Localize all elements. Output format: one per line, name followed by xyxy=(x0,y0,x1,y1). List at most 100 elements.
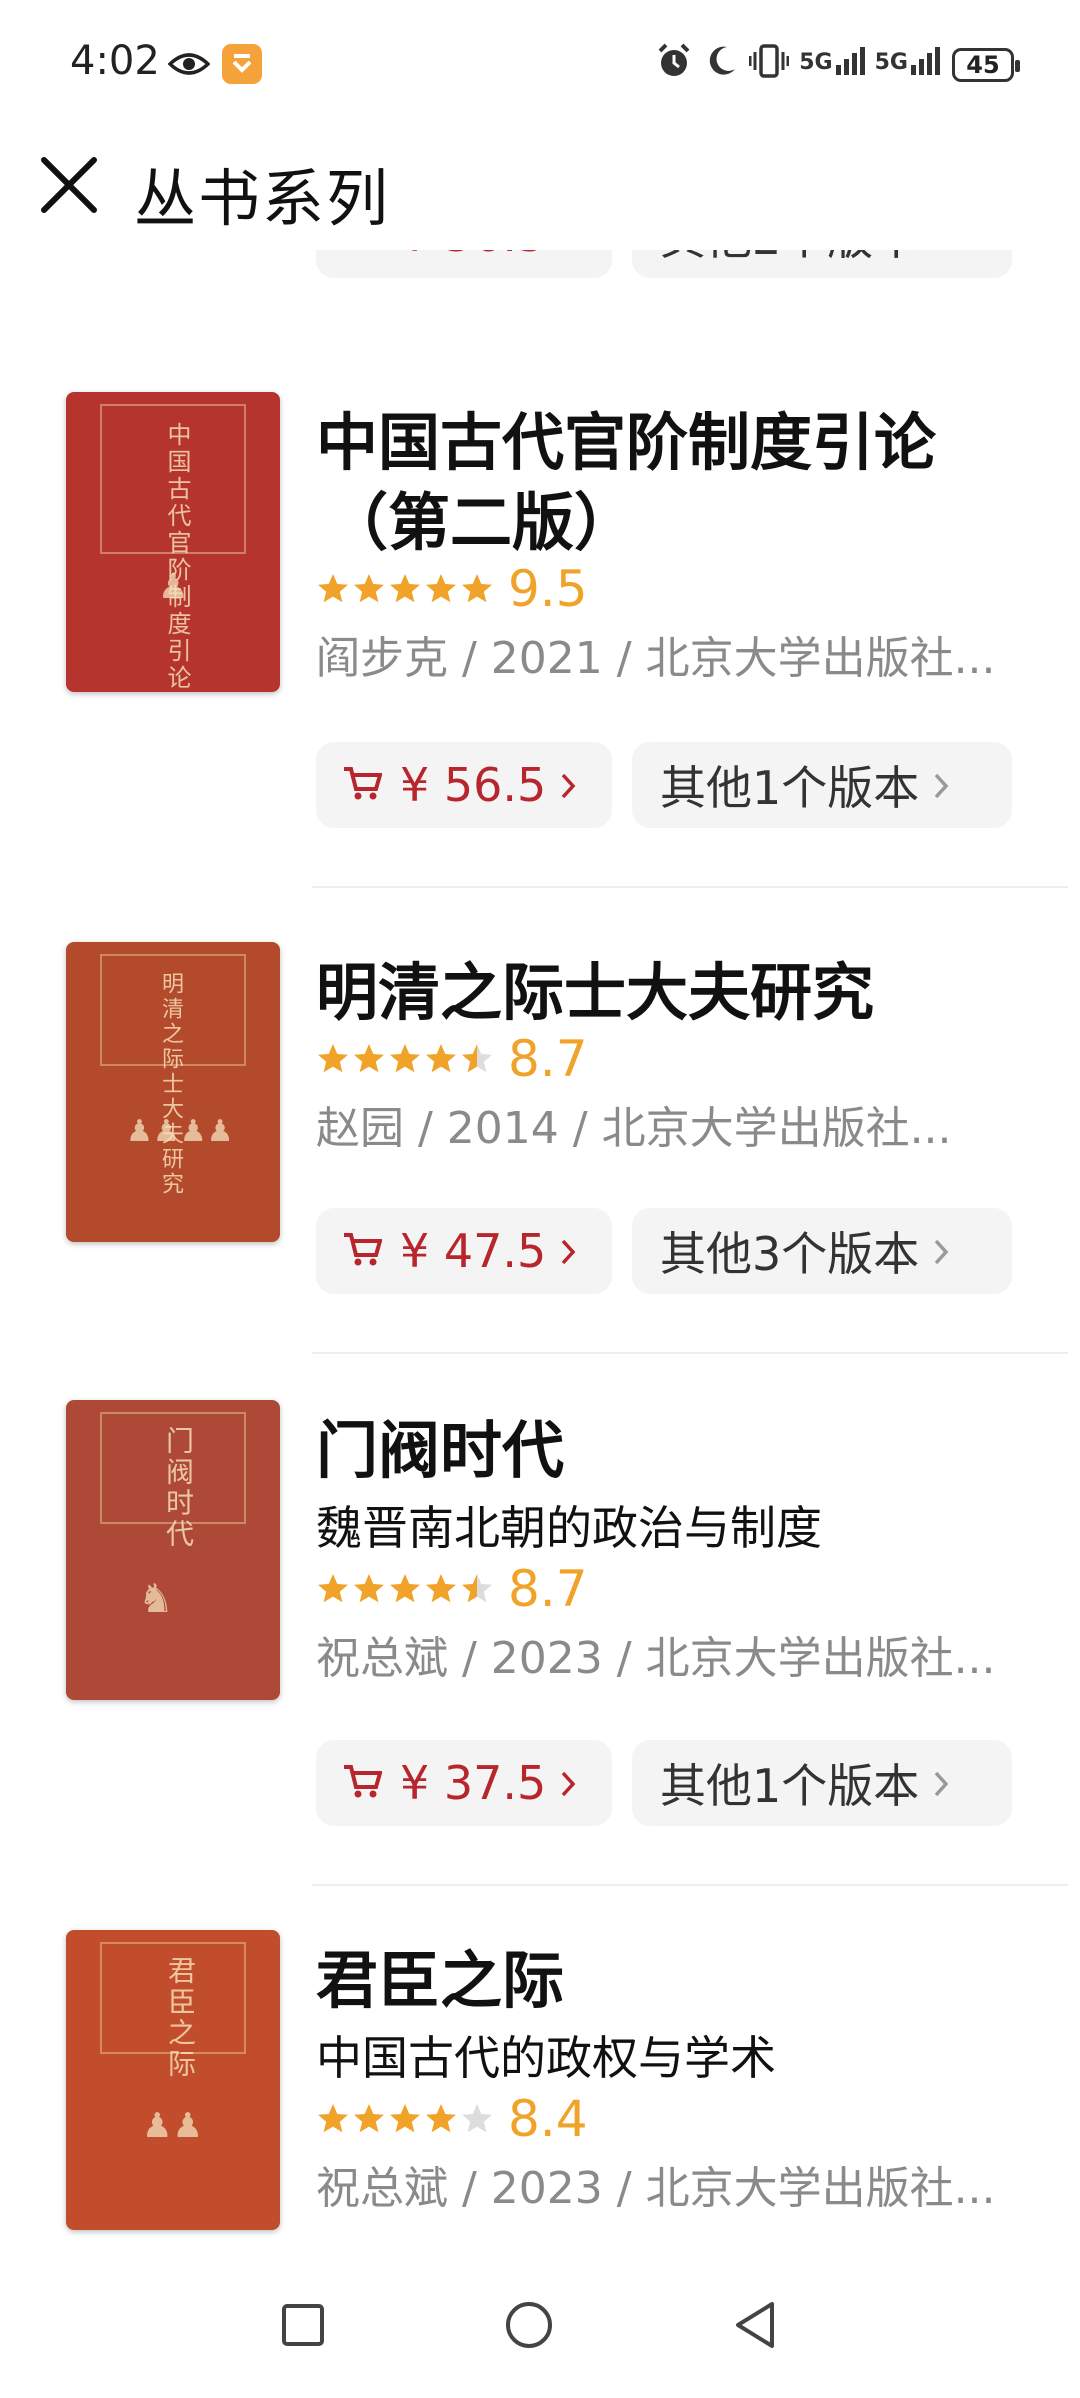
moon-icon xyxy=(710,46,736,75)
figure-illustration: ♟ xyxy=(158,567,189,607)
book-subtitle: 魏晋南北朝的政治与制度 xyxy=(316,1501,822,1555)
star-icon xyxy=(318,1574,348,1603)
buy-button[interactable]: ¥ 56.5 xyxy=(316,742,612,828)
book-meta: 阎步克 / 2021 / 北京大学出版社... xyxy=(316,633,996,684)
battery-icon: 45 xyxy=(952,48,1020,82)
book-meta: 赵园 / 2014 / 北京大学出版社... xyxy=(316,1103,952,1154)
rating-score: 8.4 xyxy=(508,2090,588,2148)
book-cover[interactable]: 君臣之际 ♟♟ xyxy=(66,1930,280,2230)
book-title[interactable]: 中国古代官阶制度引论 xyxy=(316,392,936,482)
status-time: 4:02 xyxy=(70,38,160,84)
network-label: 5G xyxy=(874,50,908,75)
chevron-right-icon xyxy=(560,1756,576,1810)
star-icon xyxy=(390,1044,420,1073)
cart-icon xyxy=(342,250,382,262)
rating: 8.4 xyxy=(316,2090,588,2148)
versions-label: 其他1个版本 xyxy=(660,761,920,815)
star-icon xyxy=(426,574,456,603)
star-rating xyxy=(316,572,494,606)
star-icon xyxy=(462,574,492,603)
battery-level: 45 xyxy=(966,51,1000,79)
star-icon xyxy=(354,574,384,603)
back-button[interactable] xyxy=(710,2290,800,2360)
star-rating xyxy=(316,1042,494,1076)
close-icon xyxy=(41,157,97,213)
page-title: 丛书系列 xyxy=(134,162,391,235)
book-cover[interactable]: 明清之际士大夫研究 ♟♟♟♟ xyxy=(66,942,280,1242)
star-icon xyxy=(318,1044,348,1073)
buy-button[interactable]: ¥ 56.5 xyxy=(316,250,612,278)
close-button[interactable] xyxy=(34,150,104,220)
system-nav-bar xyxy=(0,2250,1080,2398)
rating: 8.7 xyxy=(316,1030,588,1088)
star-icon xyxy=(318,574,348,603)
cover-title: 明清之际士大夫研究 xyxy=(158,972,183,1197)
cart-icon xyxy=(342,1224,383,1278)
book-cover[interactable]: 中国古代官阶制度引论 ♟ xyxy=(66,392,280,692)
divider xyxy=(312,886,1068,888)
book-item[interactable]: 中国古代官阶制度引论 ♟ 中国古代官阶制度引论 （第二版） 9.5 阎步克 / … xyxy=(0,392,1080,922)
book-item[interactable]: 门阀时代 ♞ 门阀时代 魏晋南北朝的政治与制度 8.7 祝总斌 / 2023 /… xyxy=(0,1400,1080,1930)
eye-icon xyxy=(168,53,210,75)
divider xyxy=(312,1884,1068,1886)
other-versions-button[interactable]: 其他3个版本 xyxy=(632,1208,1012,1294)
book-cover[interactable]: 门阀时代 ♞ xyxy=(66,1400,280,1700)
cart-icon xyxy=(342,758,383,812)
price-label: ¥ 56.5 xyxy=(400,250,546,262)
chevron-right-icon xyxy=(560,1224,576,1278)
cover-title: 君臣之际 xyxy=(164,1956,197,2080)
chevron-right-icon xyxy=(933,1224,949,1278)
star-icon xyxy=(354,1574,384,1603)
home-button[interactable] xyxy=(484,2290,574,2360)
divider xyxy=(312,1352,1068,1354)
star-icon xyxy=(426,2104,456,2133)
chevron-right-icon xyxy=(933,1756,949,1810)
buy-button[interactable]: ¥ 47.5 xyxy=(316,1208,612,1294)
other-versions-button[interactable]: 其他1个版本 xyxy=(632,742,1012,828)
star-rating xyxy=(316,1572,494,1606)
book-title[interactable]: 门阀时代 xyxy=(316,1400,564,1490)
signal-icon: 5G xyxy=(875,47,940,75)
book-title[interactable]: 君臣之际 xyxy=(316,1930,564,2020)
book-title-line2[interactable]: （第二版） xyxy=(326,472,636,562)
other-versions-button[interactable]: 其他1个版本 xyxy=(632,1740,1012,1826)
star-icon xyxy=(462,1044,492,1073)
rating-score: 8.7 xyxy=(508,1030,588,1088)
book-actions: ¥ 37.5 其他1个版本 xyxy=(316,1740,1012,1826)
cart-icon xyxy=(342,1756,383,1810)
network-label: 5G xyxy=(799,50,833,75)
book-actions: ¥ 56.5 其他1个版本 xyxy=(316,742,1012,828)
star-icon xyxy=(462,1574,492,1603)
previous-item-actions: ¥ 56.5 其他2个版本 xyxy=(316,250,1012,278)
status-bar: 4:02 5G 5G 45 xyxy=(0,0,1080,130)
book-meta: 祝总斌 / 2023 / 北京大学出版社... xyxy=(316,1633,996,1684)
price-label: ¥ 56.5 xyxy=(400,758,547,812)
book-item[interactable]: 君臣之际 ♟♟ 君臣之际 中国古代的政权与学术 8.4 祝总斌 / 2023 /… xyxy=(0,1930,1080,2250)
figure-illustration: ♟♟♟♟ xyxy=(126,1114,234,1149)
back-triangle-icon xyxy=(736,2302,774,2348)
chevron-right-icon xyxy=(560,758,576,812)
rating-score: 9.5 xyxy=(508,560,588,618)
rating: 9.5 xyxy=(316,560,588,618)
star-icon xyxy=(354,1044,384,1073)
other-versions-button[interactable]: 其他2个版本 xyxy=(632,250,1012,278)
versions-label: 其他3个版本 xyxy=(660,1227,920,1281)
rating-score: 8.7 xyxy=(508,1560,588,1618)
book-title[interactable]: 明清之际士大夫研究 xyxy=(316,942,874,1032)
buy-button[interactable]: ¥ 37.5 xyxy=(316,1740,612,1826)
recents-button[interactable] xyxy=(258,2290,348,2360)
cover-title: 中国古代官阶制度引论 xyxy=(163,422,191,692)
alarm-icon xyxy=(658,43,690,76)
book-list[interactable]: ¥ 56.5 其他2个版本 中国古代官阶制度引论 ♟ 中国古代官阶制度引论 （第… xyxy=(0,250,1080,2250)
figure-illustration: ♟♟ xyxy=(142,2106,203,2146)
signal-icon: 5G xyxy=(799,47,865,75)
book-actions: ¥ 47.5 其他3个版本 xyxy=(316,1208,1012,1294)
star-icon xyxy=(390,2104,420,2133)
star-icon xyxy=(318,2104,348,2133)
price-label: ¥ 47.5 xyxy=(400,1224,547,1278)
chariot-illustration: ♞ xyxy=(138,1576,174,1622)
book-item[interactable]: 明清之际士大夫研究 ♟♟♟♟ 明清之际士大夫研究 8.7 赵园 / 2014 /… xyxy=(0,942,1080,1472)
chevron-right-icon xyxy=(933,758,949,812)
star-icon xyxy=(390,574,420,603)
vibrate-icon xyxy=(749,44,790,78)
